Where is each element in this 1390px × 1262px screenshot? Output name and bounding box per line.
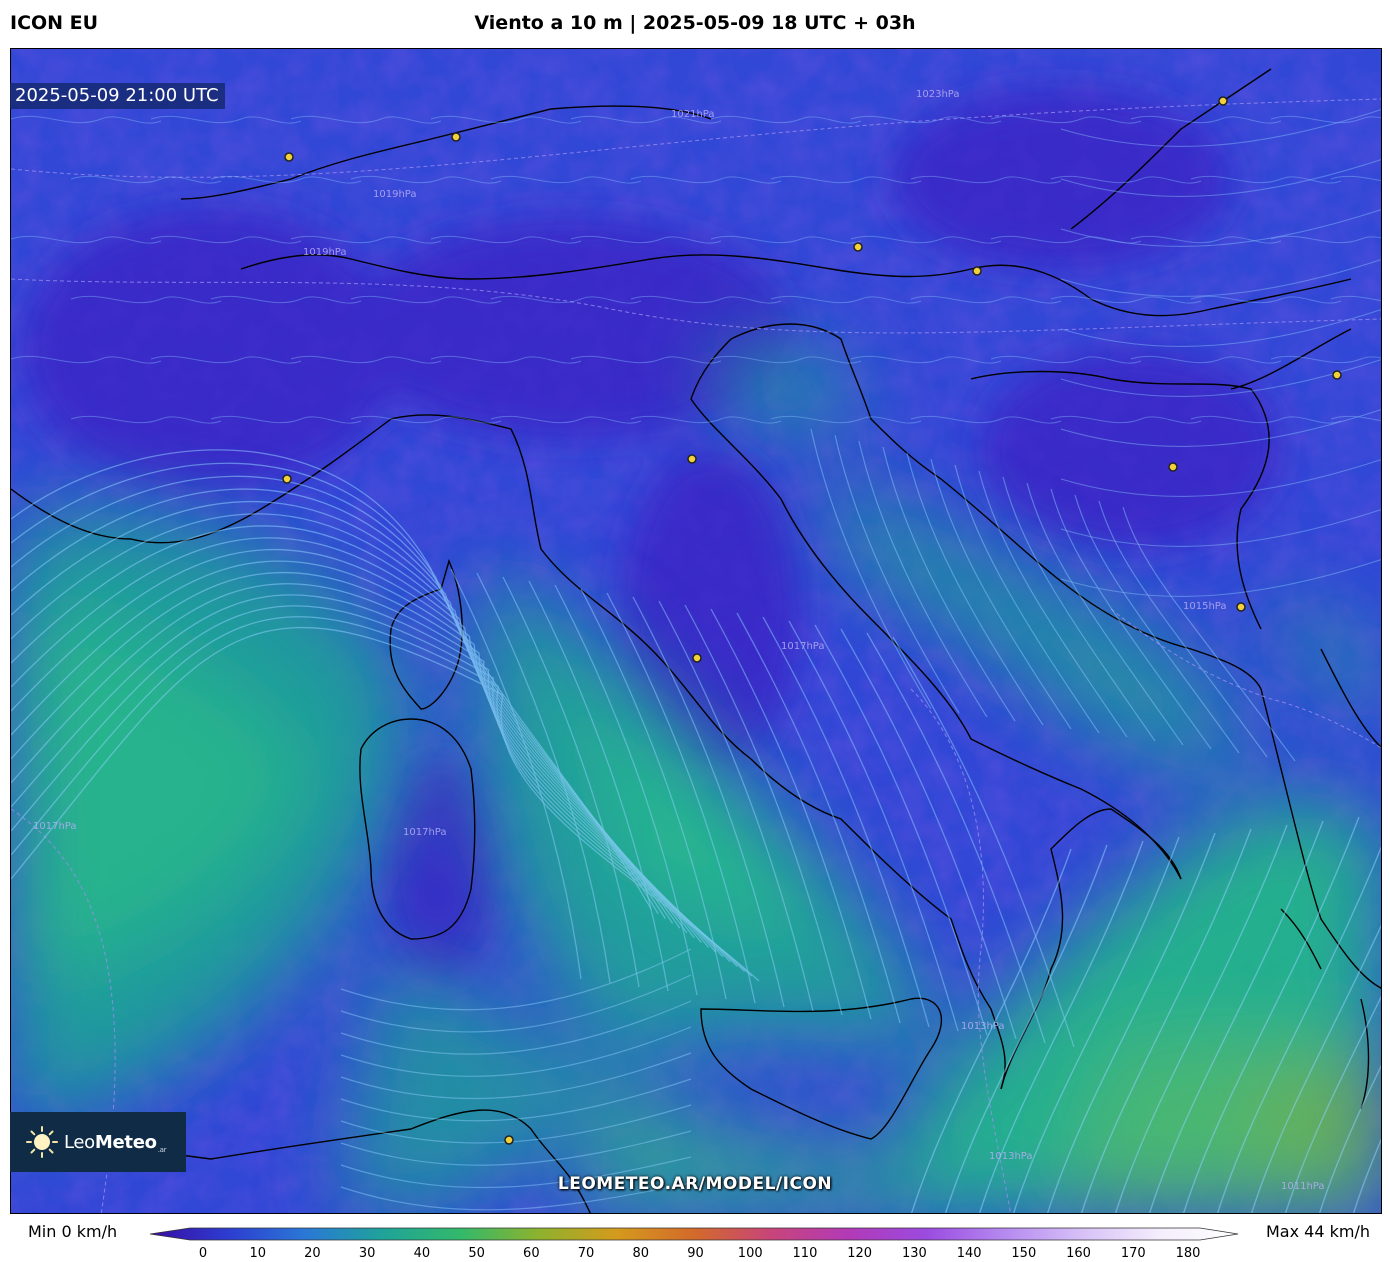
- colorbar-tick-label: 150: [1011, 1246, 1037, 1261]
- colorbar-tick-label: 160: [1066, 1246, 1091, 1261]
- colorbar-tick-label: 30: [358, 1246, 376, 1261]
- isobar-label: 1021hPa: [671, 109, 715, 120]
- colorbar-tick-label: 70: [577, 1246, 595, 1261]
- wind-speed-colorbar: [150, 1227, 1239, 1241]
- colorbar-tick-label: 90: [687, 1246, 704, 1261]
- wind-map[interactable]: 1023hPa 1021hPa 1019hPa 1019hPa 1017hPa …: [10, 48, 1382, 1214]
- city-marker[interactable]: [1168, 462, 1178, 472]
- leometeo-logo[interactable]: LeoMeteo.ar: [10, 1112, 186, 1172]
- city-marker[interactable]: [282, 474, 292, 484]
- city-marker[interactable]: [692, 653, 702, 663]
- colorbar-tick-label: 110: [792, 1246, 818, 1261]
- isobar-label: 1017hPa: [403, 827, 447, 838]
- city-marker[interactable]: [284, 152, 294, 162]
- colorbar-tick-label: 10: [249, 1246, 266, 1261]
- legend-max-label: Max 44 km/h: [1266, 1222, 1370, 1241]
- colorbar-tick-label: 80: [632, 1246, 650, 1261]
- isobar-label: 1015hPa: [1183, 601, 1227, 612]
- isobar-label: 1023hPa: [916, 89, 960, 100]
- isobar-label: 1017hPa: [33, 821, 77, 832]
- city-marker[interactable]: [504, 1135, 514, 1145]
- colorbar-tick-label: 140: [956, 1246, 982, 1261]
- valid-time-badge: 2025-05-09 21:00 UTC: [10, 83, 225, 109]
- city-marker[interactable]: [451, 132, 461, 142]
- logo-brand-light: Leo: [64, 1131, 95, 1153]
- colorbar-tick-label: 0: [198, 1246, 208, 1261]
- colorbar-tick-label: 40: [413, 1246, 431, 1261]
- logo-text: LeoMeteo.ar: [64, 1131, 167, 1154]
- city-marker[interactable]: [1236, 602, 1246, 612]
- colorbar-tick-label: 130: [901, 1246, 927, 1261]
- colorbar-tick-label: 170: [1120, 1246, 1146, 1261]
- colorbar-ticks: 0 10 20 30 40 50 60 70 80 90 100 110 120 130 140 150 160…: [150, 1246, 1240, 1262]
- city-marker[interactable]: [1218, 96, 1228, 106]
- city-marker[interactable]: [853, 242, 863, 252]
- chart-title: Viento a 10 m | 2025-05-09 18 UTC + 03h: [474, 12, 916, 34]
- logo-suffix: .ar: [157, 1145, 167, 1154]
- colorbar-tick-label: 100: [737, 1246, 763, 1261]
- isobar-label: 1019hPa: [303, 247, 347, 258]
- city-marker[interactable]: [687, 454, 697, 464]
- isobar-label: 1013hPa: [989, 1151, 1033, 1162]
- wind-map-canvas: 1023hPa 1021hPa 1019hPa 1019hPa 1017hPa …: [11, 49, 1381, 1213]
- logo-brand-bold: Meteo: [94, 1131, 157, 1153]
- colorbar-tick-label: 120: [847, 1246, 873, 1261]
- colorbar-tick-label: 180: [1175, 1246, 1201, 1261]
- colorbar-body: [150, 1227, 1239, 1241]
- city-marker[interactable]: [972, 266, 982, 276]
- city-marker[interactable]: [1332, 370, 1342, 380]
- colorbar-tick-label: 20: [304, 1246, 321, 1261]
- colorbar-tick-label: 60: [523, 1246, 540, 1261]
- model-url-watermark: LEOMETEO.AR/MODEL/ICON: [557, 1174, 833, 1194]
- isobar-label: 1019hPa: [373, 189, 417, 200]
- legend-min-label: Min 0 km/h: [28, 1222, 118, 1241]
- sun-icon: [26, 1126, 58, 1158]
- colorbar-tick-label: 50: [468, 1246, 485, 1261]
